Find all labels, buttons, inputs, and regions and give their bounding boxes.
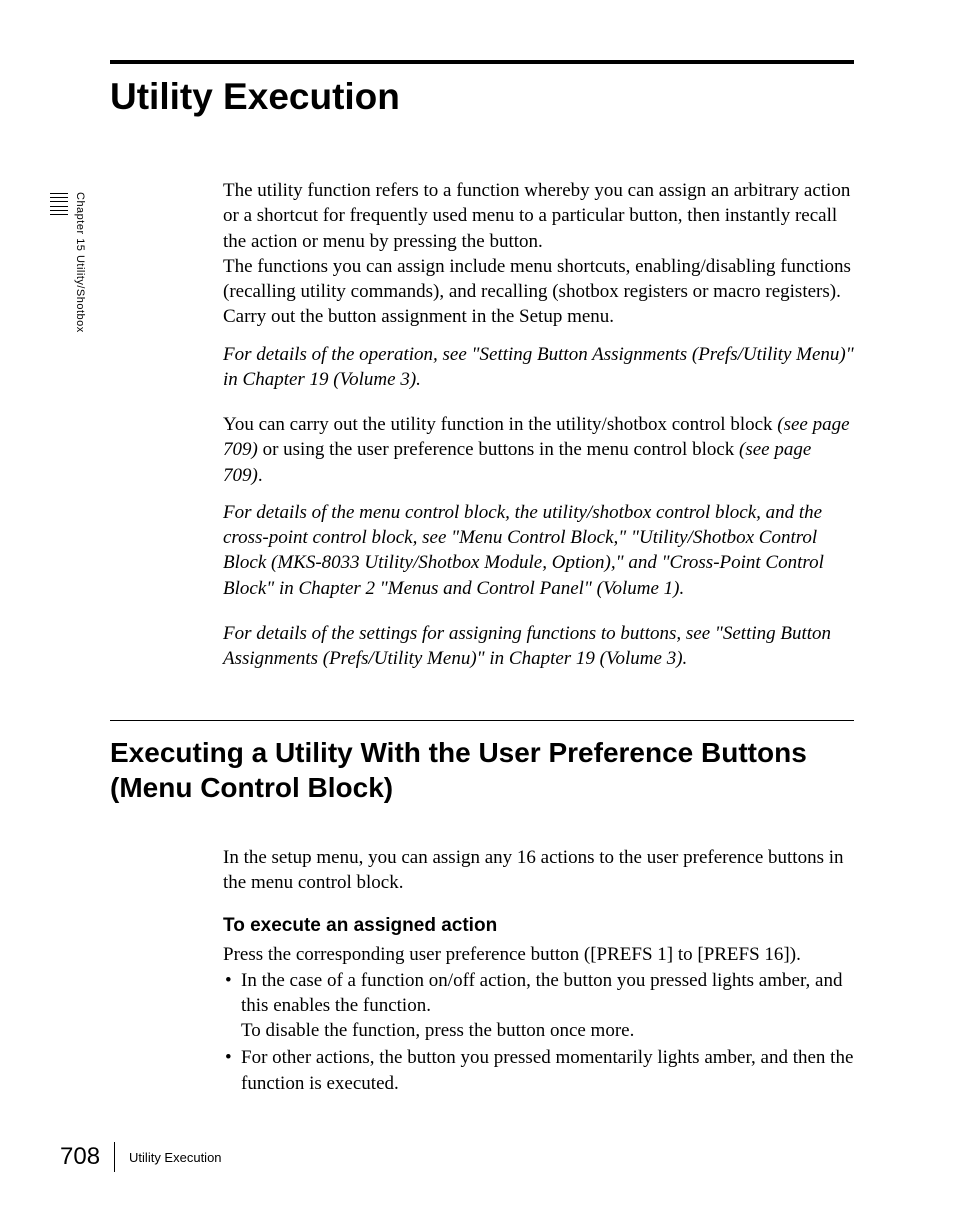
intro-text-1c: Carry out the button assignment in the S… (223, 306, 614, 327)
bullet-list: In the case of a function on/off action,… (223, 968, 854, 1096)
intro-paragraph-1: The utility function refers to a functio… (223, 178, 854, 330)
list-item: For other actions, the button you presse… (223, 1045, 854, 1096)
intro-text-1a: The utility function refers to a functio… (223, 180, 850, 252)
reference-2: For details of the menu control block, t… (223, 500, 854, 601)
bullet-1-line-2: To disable the function, press the butto… (241, 1020, 634, 1041)
intro-text-2-pre: You can carry out the utility function i… (223, 414, 777, 435)
section-para-1: In the setup menu, you can assign any 16… (223, 845, 854, 896)
reference-3: For details of the settings for assignin… (223, 621, 854, 672)
book-lines-icon (48, 190, 70, 218)
reference-1: For details of the operation, see "Setti… (223, 342, 854, 393)
section-block: Executing a Utility With the User Prefer… (110, 720, 854, 1096)
intro-text-1b: The functions you can assign include men… (223, 256, 851, 302)
sub-heading: To execute an assigned action (223, 913, 854, 938)
bullet-1-line-1: In the case of a function on/off action,… (241, 970, 842, 1016)
page-number: 708 (60, 1143, 100, 1171)
intro-text-2-post: . (258, 465, 263, 486)
side-tab-label: Chapter 15 Utility/Shotbox (74, 190, 86, 333)
intro-text-2-mid: or using the user preference buttons in … (258, 439, 739, 460)
footer-divider (114, 1142, 115, 1172)
page-title: Utility Execution (110, 60, 854, 118)
bullet-2: For other actions, the button you presse… (241, 1047, 853, 1093)
side-tab: Chapter 15 Utility/Shotbox (48, 190, 86, 333)
section-heading: Executing a Utility With the User Prefer… (110, 735, 854, 805)
intro-block: The utility function refers to a functio… (223, 178, 854, 672)
intro-paragraph-2: You can carry out the utility function i… (223, 412, 854, 488)
list-item: In the case of a function on/off action,… (223, 968, 854, 1044)
footer-label: Utility Execution (129, 1150, 221, 1165)
section-para-2: Press the corresponding user preference … (223, 942, 854, 967)
footer: 708 Utility Execution (60, 1142, 222, 1172)
section-body: In the setup menu, you can assign any 16… (223, 845, 854, 1096)
